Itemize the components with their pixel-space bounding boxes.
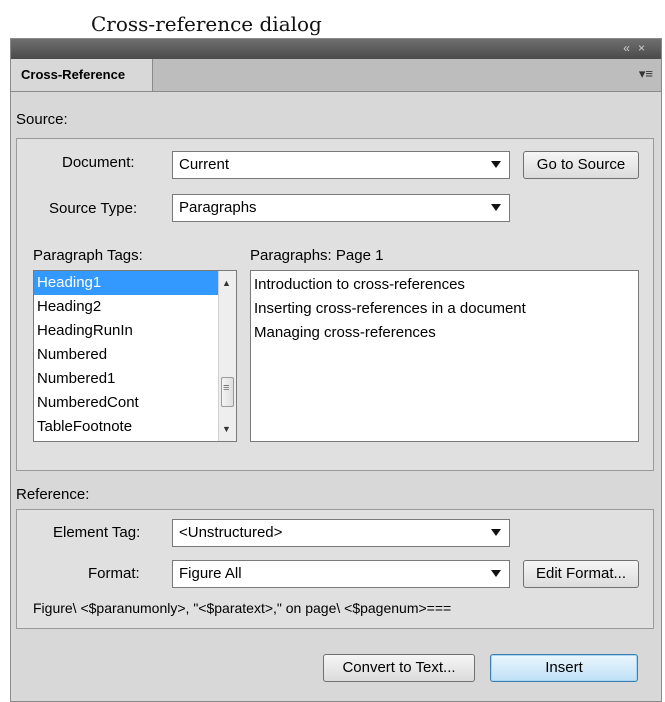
paragraph-tags-list[interactable]: Heading1 Heading2 HeadingRunIn Numbered Numb… (33, 270, 237, 442)
paragraphs-list[interactable]: Introduction to cross-references Insertin… (250, 270, 639, 442)
chevron-down-icon (491, 570, 501, 577)
paragraph-tag-item[interactable]: Numbered (34, 343, 236, 367)
source-type-select[interactable]: Paragraphs (172, 194, 510, 222)
format-label: Format: (88, 565, 140, 582)
format-value: Figure All (179, 565, 242, 582)
collapse-icon[interactable]: « (623, 41, 638, 55)
chevron-down-icon (491, 204, 501, 211)
figure-caption: Cross-reference dialog (91, 12, 322, 36)
tab-bar: Cross-Reference ▾≡ (11, 59, 661, 92)
reference-heading: Reference: (16, 486, 90, 503)
chevron-down-icon (491, 161, 501, 168)
source-heading: Source: (16, 111, 68, 128)
paragraph-tag-item[interactable]: Heading1 (34, 271, 236, 295)
scroll-up-icon[interactable]: ▲ (222, 278, 231, 288)
panel-menu-icon[interactable]: ▾≡ (639, 66, 653, 82)
paragraph-item[interactable]: Managing cross-references (251, 321, 638, 345)
paragraph-tag-item[interactable]: Numbered1 (34, 367, 236, 391)
paragraph-item[interactable]: Inserting cross-references in a document (251, 297, 638, 321)
element-tag-select[interactable]: <Unstructured> (172, 519, 510, 547)
format-definition: Figure\ <$paranumonly>, "<$paratext>," o… (33, 600, 452, 616)
paragraph-item[interactable]: Introduction to cross-references (251, 273, 638, 297)
format-select[interactable]: Figure All (172, 560, 510, 588)
close-icon[interactable]: × (638, 41, 653, 55)
paragraph-tag-item[interactable]: HeadingRunIn (34, 319, 236, 343)
paragraphs-label: Paragraphs: Page 1 (250, 247, 384, 264)
paragraph-tag-item[interactable]: TableFootnote (34, 415, 236, 439)
paragraph-tags-label: Paragraph Tags: (33, 247, 143, 264)
element-tag-label: Element Tag: (53, 524, 141, 541)
document-select[interactable]: Current (172, 151, 510, 179)
insert-button[interactable]: Insert (490, 654, 638, 682)
source-type-label: Source Type: (49, 200, 138, 217)
panel-titlebar: «× (11, 39, 661, 59)
paragraphs-items: Introduction to cross-references Insertin… (251, 271, 638, 345)
paragraph-tag-item[interactable]: NumberedCont (34, 391, 236, 415)
source-type-value: Paragraphs (179, 199, 257, 216)
tags-items: Heading1 Heading2 HeadingRunIn Numbered Numb… (34, 271, 236, 439)
go-to-source-button[interactable]: Go to Source (523, 151, 639, 179)
scroll-down-icon[interactable]: ▼ (222, 424, 231, 434)
document-label: Document: (62, 154, 135, 171)
convert-to-text-button[interactable]: Convert to Text... (323, 654, 475, 682)
edit-format-button[interactable]: Edit Format... (523, 560, 639, 588)
scroll-thumb[interactable] (221, 377, 234, 407)
reference-group: Element Tag: <Unstructured> Format: Figu… (16, 509, 654, 629)
source-group: Document: Current Go to Source Source Ty… (16, 138, 654, 471)
tags-scrollbar[interactable]: ▲ ▼ (218, 271, 236, 441)
document-value: Current (179, 156, 230, 173)
window-controls: «× (623, 41, 653, 55)
cross-reference-panel: «× Cross-Reference ▾≡ Source: Document: … (10, 38, 662, 702)
chevron-down-icon (491, 529, 501, 536)
paragraph-tag-item[interactable]: Heading2 (34, 295, 236, 319)
tab-cross-reference[interactable]: Cross-Reference (11, 59, 153, 91)
element-tag-value: <Unstructured> (179, 524, 283, 541)
